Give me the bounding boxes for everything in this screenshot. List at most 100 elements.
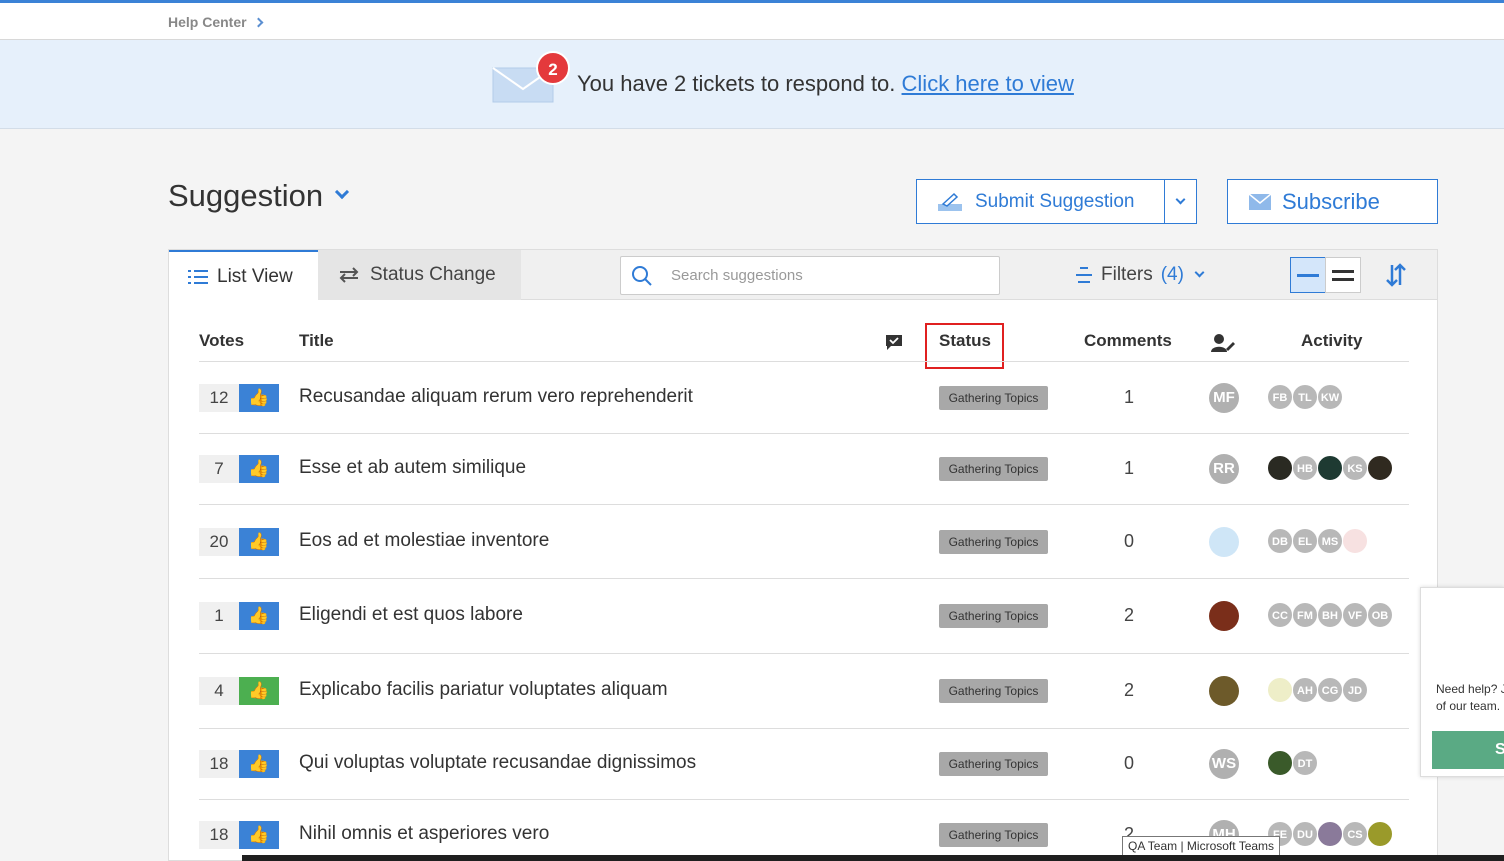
banner-message-text: You have 2 tickets to respond to.: [577, 71, 896, 96]
avatar[interactable]: AH: [1292, 677, 1318, 703]
column-activity[interactable]: Activity: [1301, 331, 1362, 351]
avatar[interactable]: TL: [1292, 384, 1318, 410]
avatar[interactable]: [1209, 527, 1239, 557]
avatar[interactable]: [1209, 676, 1239, 706]
search-icon: [632, 265, 652, 286]
taskbar-tooltip: QA Team | Microsoft Teams: [1122, 836, 1281, 856]
search-box: [620, 256, 1000, 295]
avatar[interactable]: BH: [1317, 602, 1343, 628]
column-votes[interactable]: Votes: [199, 331, 244, 351]
avatar[interactable]: OB: [1367, 602, 1393, 628]
vote-count: 7: [199, 455, 239, 483]
envelope-icon: [1248, 192, 1272, 210]
avatar[interactable]: MS: [1317, 528, 1343, 554]
avatar[interactable]: [1367, 455, 1393, 481]
avatar[interactable]: [1317, 821, 1343, 847]
avatar[interactable]: DB: [1267, 528, 1293, 554]
expanded-view-button[interactable]: [1325, 257, 1361, 293]
tab-status-change[interactable]: Status Change: [318, 250, 521, 300]
top-bar: Help Center: [0, 0, 1504, 40]
vote-control: 18 👍: [199, 750, 279, 778]
suggestion-title[interactable]: Eligendi et est quos labore: [299, 604, 523, 626]
column-comments[interactable]: Comments: [1084, 331, 1172, 351]
avatar[interactable]: [1267, 750, 1293, 776]
avatar[interactable]: EL: [1292, 528, 1318, 554]
thumbs-up-icon[interactable]: 👍: [239, 602, 279, 630]
breadcrumb[interactable]: Help Center: [168, 14, 264, 30]
avatar[interactable]: [1209, 601, 1239, 631]
vote-count: 18: [199, 750, 239, 778]
subscribe-button[interactable]: Subscribe: [1227, 179, 1438, 224]
avatar[interactable]: FM: [1292, 602, 1318, 628]
avatar[interactable]: CG: [1317, 677, 1343, 703]
user-edit-icon[interactable]: [1211, 333, 1235, 353]
avatar[interactable]: [1267, 455, 1293, 481]
avatar[interactable]: [1367, 821, 1393, 847]
avatar[interactable]: [1342, 528, 1368, 554]
avatar[interactable]: VF: [1342, 602, 1368, 628]
submit-options-dropdown[interactable]: [1164, 179, 1197, 224]
help-widget-button[interactable]: S: [1432, 731, 1504, 769]
table-row: 4 👍 Explicabo facilis pariatur voluptate…: [199, 654, 1409, 729]
activity-avatars: FB TL KW: [1267, 384, 1343, 410]
comment-count: 2: [1123, 680, 1134, 700]
comment-check-icon[interactable]: [885, 334, 903, 351]
suggestion-title[interactable]: Explicabo facilis pariatur voluptates al…: [299, 679, 668, 701]
page-title-dropdown[interactable]: Suggestion: [168, 178, 350, 214]
avatar[interactable]: MF: [1209, 383, 1239, 413]
help-widget: Need help? J of our team. S: [1420, 587, 1504, 777]
sort-icon[interactable]: [1384, 262, 1408, 288]
ticket-count-badge: 2: [536, 51, 570, 85]
chevron-right-icon: [253, 17, 264, 28]
status-badge: Gathering Topics: [939, 457, 1048, 481]
avatar[interactable]: [1317, 455, 1343, 481]
avatar[interactable]: FB: [1267, 384, 1293, 410]
column-title[interactable]: Title: [299, 331, 334, 351]
suggestion-title[interactable]: Eos ad et molestiae inventore: [299, 530, 549, 552]
status-badge: Gathering Topics: [939, 752, 1048, 776]
chevron-down-icon: [335, 184, 350, 200]
search-input[interactable]: [671, 267, 971, 284]
tab-status-change-label: Status Change: [370, 264, 496, 285]
avatar[interactable]: KW: [1317, 384, 1343, 410]
table-row: 1 👍 Eligendi et est quos labore Gatherin…: [199, 579, 1409, 654]
thumbs-up-icon[interactable]: 👍: [239, 750, 279, 778]
table-row: 12 👍 Recusandae aliquam rerum vero repre…: [199, 362, 1409, 434]
avatar[interactable]: WS: [1209, 749, 1239, 779]
avatar[interactable]: RR: [1209, 454, 1239, 484]
submit-suggestion-button[interactable]: Submit Suggestion: [916, 179, 1165, 224]
status-badge: Gathering Topics: [939, 386, 1048, 410]
table-row: 7 👍 Esse et ab autem similique Gathering…: [199, 434, 1409, 505]
comment-count: 2: [1123, 605, 1134, 625]
status-badge: Gathering Topics: [939, 604, 1048, 628]
view-toolbar: List View Status Change Filters (4): [169, 250, 1437, 301]
suggestion-title[interactable]: Nihil omnis et asperiores vero: [299, 823, 549, 845]
chevron-down-icon: [1194, 267, 1205, 278]
avatar[interactable]: DT: [1292, 750, 1318, 776]
avatar[interactable]: HB: [1292, 455, 1318, 481]
avatar[interactable]: JD: [1342, 677, 1368, 703]
compact-view-button[interactable]: [1290, 257, 1326, 293]
thumbs-up-icon[interactable]: 👍: [239, 528, 279, 556]
vote-count: 20: [199, 528, 239, 556]
filters-button[interactable]: Filters (4): [1075, 264, 1205, 286]
suggestion-title[interactable]: Esse et ab autem similique: [299, 457, 526, 479]
status-badge: Gathering Topics: [939, 530, 1048, 554]
avatar[interactable]: CS: [1342, 821, 1368, 847]
thumbs-up-icon[interactable]: 👍: [239, 384, 279, 412]
click-here-link[interactable]: Click here to view: [902, 71, 1074, 96]
thumbs-up-icon[interactable]: 👍: [239, 455, 279, 483]
suggestion-title[interactable]: Qui voluptas voluptate recusandae dignis…: [299, 752, 696, 774]
avatar[interactable]: DU: [1292, 821, 1318, 847]
suggestion-title[interactable]: Recusandae aliquam rerum vero reprehende…: [299, 386, 693, 408]
tab-list-view[interactable]: List View: [169, 250, 318, 301]
breadcrumb-help-center[interactable]: Help Center: [168, 14, 247, 30]
avatar[interactable]: CC: [1267, 602, 1293, 628]
avatar[interactable]: KS: [1342, 455, 1368, 481]
status-badge: Gathering Topics: [939, 823, 1048, 847]
vote-control: 7 👍: [199, 455, 279, 483]
thumbs-up-icon[interactable]: 👍: [239, 677, 279, 705]
thumbs-up-icon[interactable]: 👍: [239, 821, 279, 849]
vote-count: 12: [199, 384, 239, 412]
avatar[interactable]: [1267, 677, 1293, 703]
